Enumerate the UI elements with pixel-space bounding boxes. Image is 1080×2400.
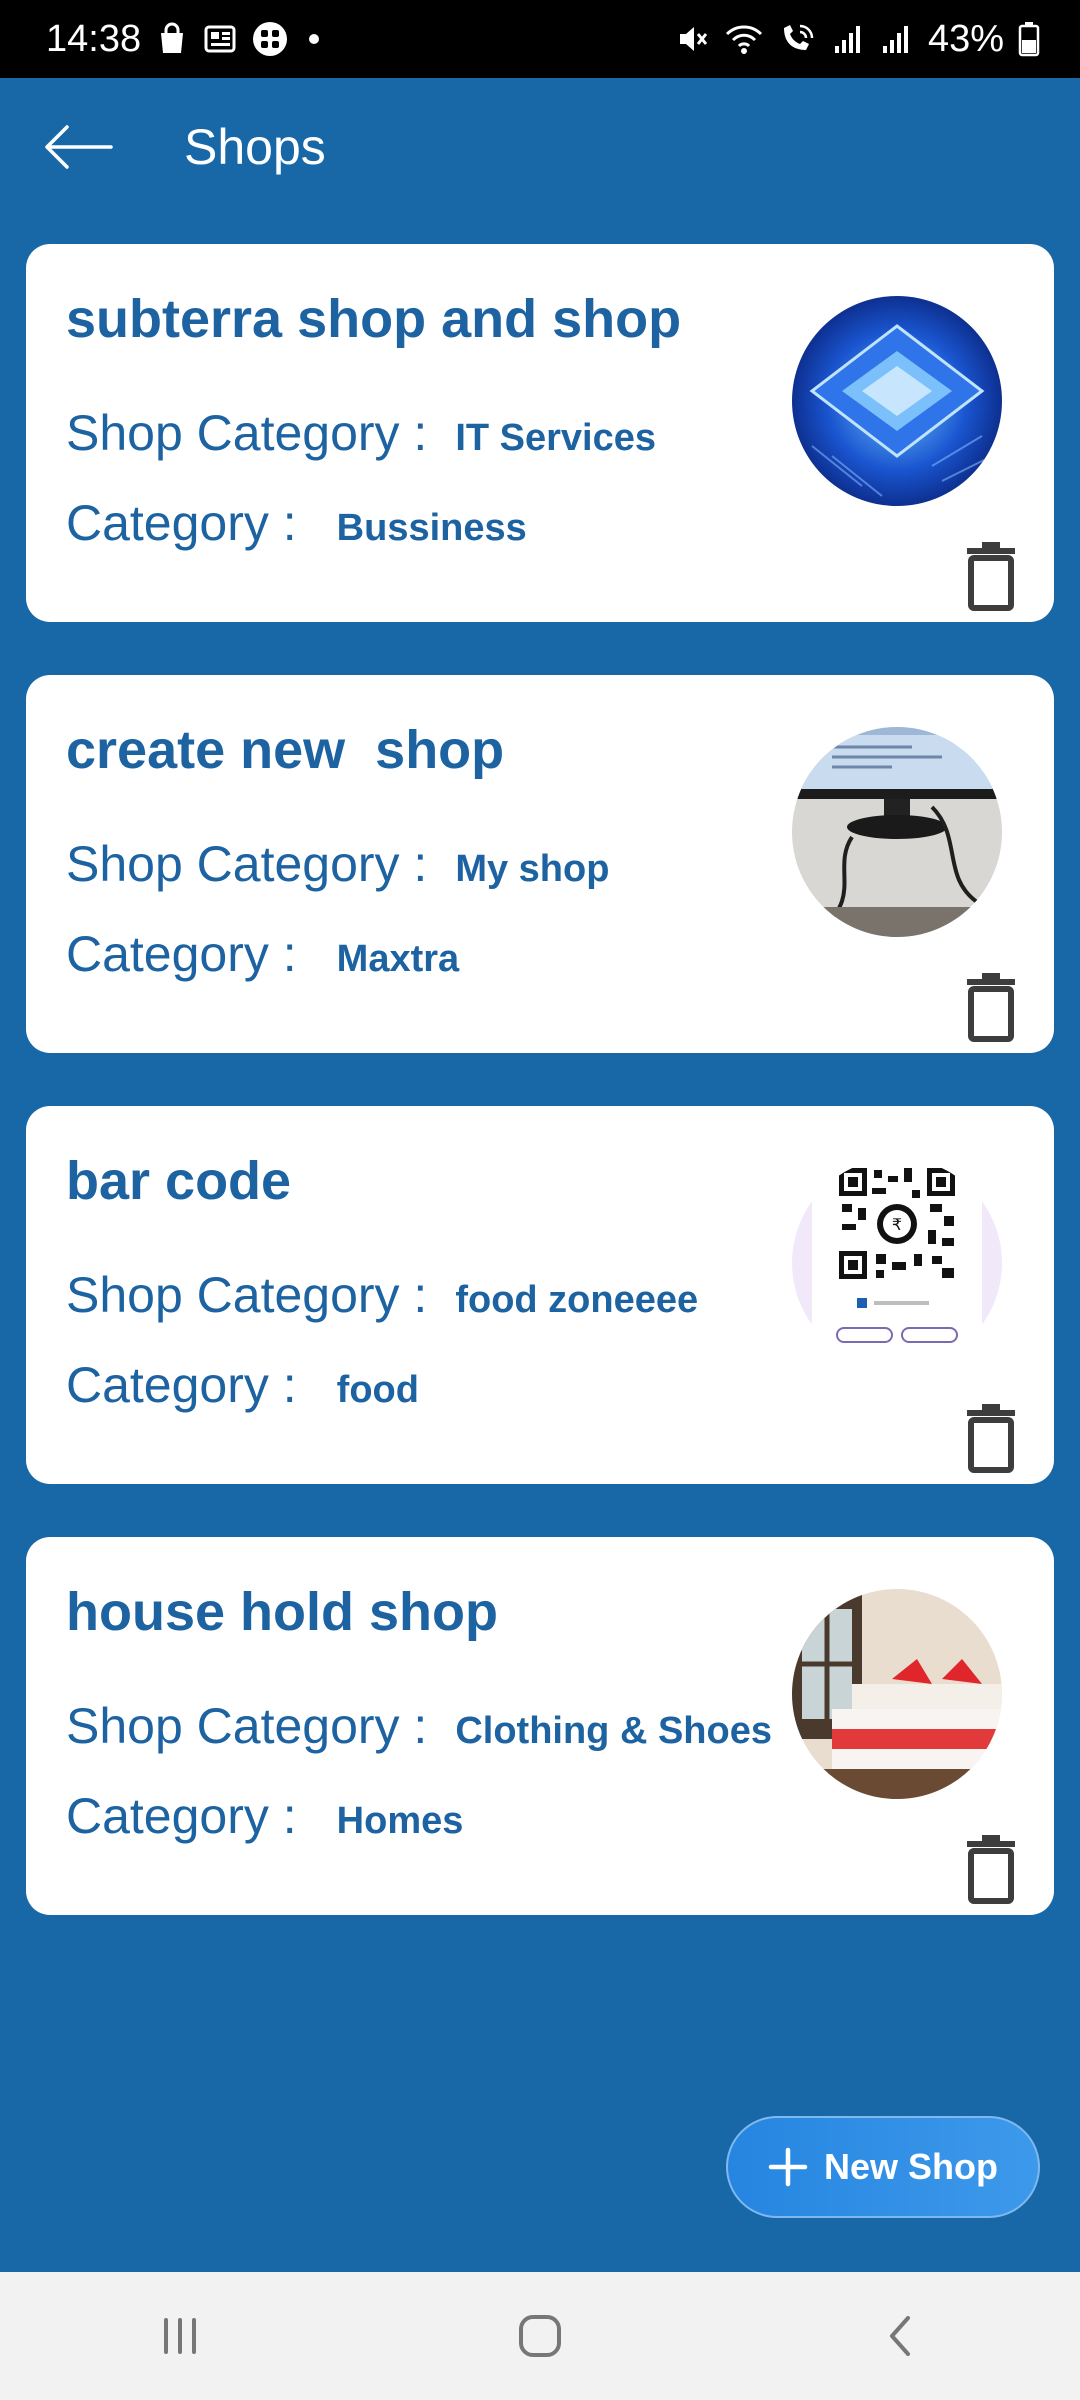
status-right: 43%	[676, 18, 1040, 61]
battery-icon	[1018, 21, 1040, 57]
category-label: Category :	[66, 495, 297, 551]
category-row: Category : Bussiness	[66, 494, 527, 552]
category-row: Category : Maxtra	[66, 925, 459, 983]
new-shop-label: New Shop	[823, 2146, 998, 2187]
processor-chip-image	[792, 296, 1002, 506]
shop-card[interactable]: house hold shop Shop Category : Clothing…	[26, 1537, 1054, 1915]
category-label: Category :	[66, 926, 297, 982]
category-row: Category : food	[66, 1356, 419, 1414]
new-shop-button[interactable]: New Shop	[726, 2116, 1040, 2218]
dot-icon	[309, 34, 320, 44]
battery-percentage: 43%	[927, 17, 1004, 60]
system-nav-bar	[0, 2272, 1080, 2400]
trash-icon	[967, 1404, 1015, 1473]
shop-category-label: Shop Category :	[66, 836, 428, 892]
delete-button[interactable]	[956, 1398, 1026, 1478]
shop-category-label: Shop Category :	[66, 1267, 428, 1323]
trash-icon	[967, 542, 1015, 611]
shop-category-value: My shop	[455, 848, 610, 890]
app-bar: Shops	[0, 78, 1080, 216]
shop-category-row: Shop Category : food zoneeee	[66, 1266, 698, 1324]
category-row: Category : Homes	[66, 1787, 463, 1845]
category-value: Maxtra	[336, 938, 460, 980]
category-label: Category :	[66, 1788, 297, 1844]
delete-button[interactable]	[956, 1829, 1026, 1909]
system-back-button[interactable]	[840, 2291, 960, 2381]
category-value: food	[336, 1369, 419, 1411]
signal-icon	[880, 22, 914, 56]
category-label: Category :	[66, 1357, 297, 1413]
shop-card[interactable]: subterra shop and shop Shop Category : I…	[26, 244, 1054, 622]
category-value: Bussiness	[336, 507, 527, 549]
arrow-left-icon	[45, 125, 113, 169]
shop-category-value: Clothing & Shoes	[455, 1710, 772, 1752]
shop-name: house hold shop	[66, 1582, 498, 1642]
shop-category-label: Shop Category :	[66, 405, 428, 461]
plus-icon	[768, 2147, 808, 2187]
shop-name: subterra shop and shop	[66, 289, 682, 349]
bedroom-image	[792, 1589, 1002, 1799]
shopping-bag-icon	[155, 22, 189, 56]
delete-button[interactable]	[956, 967, 1026, 1047]
wifi-icon	[724, 22, 764, 56]
qr-code-image: ₹	[792, 1158, 1002, 1368]
shop-category-label: Shop Category :	[66, 1698, 428, 1754]
trash-icon	[967, 1835, 1015, 1904]
trash-icon	[967, 973, 1015, 1042]
home-icon	[519, 2315, 561, 2357]
back-icon	[890, 2316, 910, 2356]
page-title: Shops	[184, 119, 326, 175]
computer-monitor-image	[792, 727, 1002, 937]
recent-apps-icon	[164, 2318, 196, 2354]
shop-card[interactable]: bar code Shop Category : food zoneeee Ca…	[26, 1106, 1054, 1484]
app-grid-icon	[251, 20, 289, 58]
shop-category-row: Shop Category : My shop	[66, 835, 609, 893]
shop-category-value: IT Services	[455, 417, 657, 459]
shop-name: bar code	[66, 1151, 292, 1211]
delete-button[interactable]	[956, 536, 1026, 616]
news-icon	[203, 22, 237, 56]
status-time: 14:38	[46, 17, 142, 60]
home-button[interactable]	[480, 2291, 600, 2381]
signal-icon	[832, 22, 866, 56]
shop-name: create new shop	[66, 720, 505, 780]
status-left: 14:38	[46, 17, 320, 61]
shop-category-row: Shop Category : Clothing & Shoes	[66, 1697, 772, 1755]
svg-text:₹: ₹	[892, 1215, 902, 1234]
recent-apps-button[interactable]	[120, 2291, 240, 2381]
shop-category-value: food zoneeee	[455, 1279, 699, 1321]
shop-category-row: Shop Category : IT Services	[66, 404, 656, 462]
category-value: Homes	[336, 1800, 464, 1842]
back-button[interactable]	[40, 117, 116, 177]
status-bar: 14:38 43%	[0, 0, 1080, 78]
mute-icon	[676, 22, 710, 56]
shop-list: subterra shop and shop Shop Category : I…	[26, 244, 1054, 1968]
wifi-calling-icon	[778, 22, 818, 56]
shop-card[interactable]: create new shop Shop Category : My shop …	[26, 675, 1054, 1053]
